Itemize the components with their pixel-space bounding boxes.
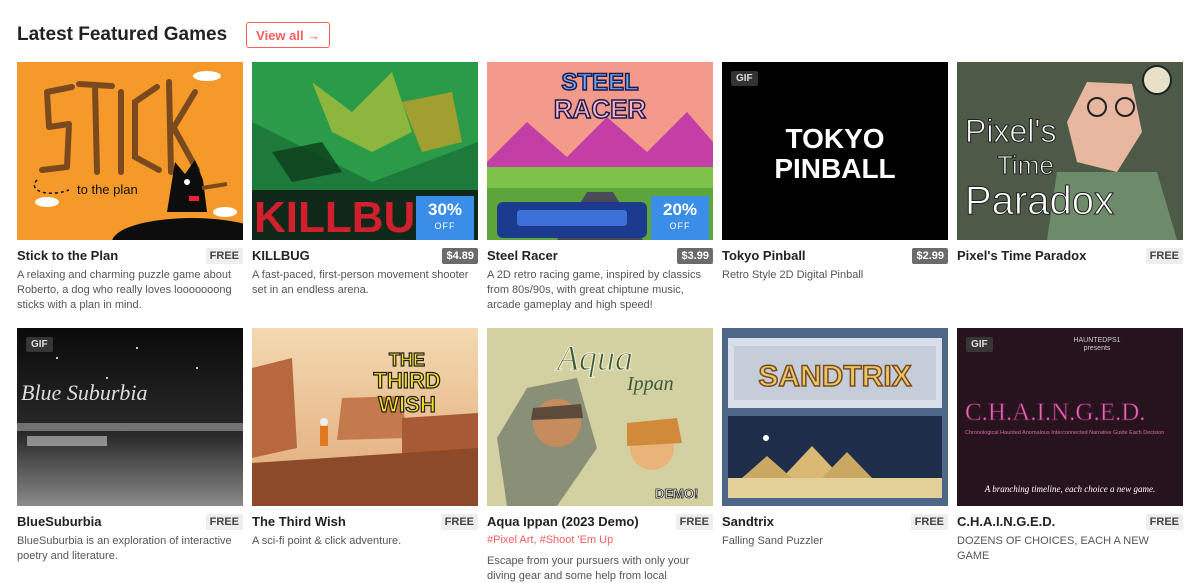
svg-text:THIRD: THIRD	[373, 368, 440, 393]
game-card: HAUNTEDPS1 presents C.H.A.I.N.G.E.D. Chr…	[957, 328, 1183, 583]
game-card: STEEL RACER 20% OFF Steel Racer $3.99 A …	[487, 62, 713, 328]
game-thumbnail[interactable]: THE THIRD WISH	[252, 328, 478, 506]
game-card: TOKYO PINBALL GIF Tokyo Pinball $2.99 Re…	[722, 62, 948, 328]
svg-text:HAUNTEDPS1: HAUNTEDPS1	[1073, 337, 1120, 344]
game-description: A sci-fi point & click adventure.	[252, 535, 402, 547]
section-header: Latest Featured Games View all →	[17, 20, 331, 50]
svg-text:Time: Time	[997, 150, 1054, 180]
svg-text:Ippan: Ippan	[626, 373, 674, 395]
chainged-art: HAUNTEDPS1 presents C.H.A.I.N.G.E.D. Chr…	[957, 328, 1183, 506]
game-title[interactable]: Pixel's Time Paradox	[957, 248, 1086, 263]
game-thumbnail[interactable]: HAUNTEDPS1 presents C.H.A.I.N.G.E.D. Chr…	[957, 328, 1183, 506]
price-badge: FREE	[1145, 248, 1183, 264]
game-card: SANDTRIX Sandtrix FREE Falling Sand Puzz…	[722, 328, 948, 583]
view-all-button[interactable]: View all →	[246, 22, 331, 48]
svg-text:STEEL: STEEL	[561, 69, 638, 96]
game-tags[interactable]: #Pixel Art, #Shoot 'Em Up	[487, 534, 713, 546]
game-card: KILLBUG 30% OFF KILLBUG $4.89 A fast-pac…	[252, 62, 478, 328]
game-description: A 2D retro racing game, inspired by clas…	[487, 269, 701, 311]
game-thumbnail[interactable]: to the plan	[17, 62, 243, 240]
game-title[interactable]: Sandtrix	[722, 514, 774, 529]
stick-to-the-plan-art: to the plan	[17, 62, 243, 240]
game-title[interactable]: C.H.A.I.N.G.E.D.	[957, 514, 1055, 529]
pixels-time-paradox-art: Pixel's Time Paradox	[957, 62, 1183, 240]
game-title[interactable]: Aqua Ippan (2023 Demo)	[487, 514, 639, 529]
game-card: to the plan Stick to the Plan FREE A rel…	[17, 62, 243, 328]
the-third-wish-art: THE THIRD WISH	[252, 328, 478, 506]
gif-badge: GIF	[966, 337, 993, 352]
game-title[interactable]: Stick to the Plan	[17, 248, 118, 263]
sale-badge: 30% OFF	[416, 196, 474, 240]
gif-badge: GIF	[26, 337, 53, 352]
game-description: Retro Style 2D Digital Pinball	[722, 269, 864, 281]
price-badge: FREE	[1145, 514, 1183, 530]
game-description: A relaxing and charming puzzle game abou…	[17, 269, 232, 311]
svg-text:to the plan: to the plan	[77, 182, 138, 197]
bluesuburbia-art: Blue Suburbia	[17, 328, 243, 506]
game-title[interactable]: BlueSuburbia	[17, 514, 102, 529]
svg-text:RACER: RACER	[554, 94, 647, 124]
svg-text:SANDTRIX: SANDTRIX	[758, 360, 911, 393]
game-thumbnail[interactable]: Pixel's Time Paradox	[957, 62, 1183, 240]
price-badge: FREE	[440, 514, 478, 530]
svg-text:THE: THE	[389, 350, 425, 370]
game-thumbnail[interactable]: SANDTRIX	[722, 328, 948, 506]
svg-text:Aqua: Aqua	[555, 338, 633, 378]
price-badge: FREE	[675, 514, 713, 530]
game-description: A fast-paced, first-person movement shoo…	[252, 269, 469, 296]
price-badge: $2.99	[912, 248, 948, 264]
game-thumbnail[interactable]: Blue Suburbia GIF	[17, 328, 243, 506]
price-badge: $4.89	[442, 248, 478, 264]
price-badge: FREE	[910, 514, 948, 530]
svg-text:WISH: WISH	[378, 392, 435, 417]
game-thumbnail[interactable]: KILLBUG 30% OFF	[252, 62, 478, 240]
svg-text:A branching timeline, each cho: A branching timeline, each choice a new …	[984, 484, 1156, 494]
svg-text:Chronological Haunted Anomalou: Chronological Haunted Anomalous Intercon…	[965, 430, 1164, 436]
price-badge: $3.99	[677, 248, 713, 264]
game-description: BlueSuburbia is an exploration of intera…	[17, 535, 232, 562]
game-description: Escape from your pursuers with only your…	[487, 555, 690, 582]
game-card: Pixel's Time Paradox Pixel's Time Parado…	[957, 62, 1183, 328]
svg-text:C.H.A.I.N.G.E.D.: C.H.A.I.N.G.E.D.	[965, 399, 1146, 426]
game-card: Blue Suburbia GIF BlueSuburbia FREE Blue…	[17, 328, 243, 583]
game-title[interactable]: Tokyo Pinball	[722, 248, 806, 263]
game-description: DOZENS OF CHOICES, EACH A NEW GAME	[957, 535, 1149, 562]
svg-text:Blue Suburbia: Blue Suburbia	[21, 380, 148, 405]
gif-badge: GIF	[731, 71, 758, 86]
game-grid: to the plan Stick to the Plan FREE A rel…	[17, 62, 1183, 583]
svg-text:presents: presents	[1084, 345, 1111, 352]
svg-text:TOKYO: TOKYO	[785, 123, 884, 154]
game-title[interactable]: The Third Wish	[252, 514, 346, 529]
game-title[interactable]: Steel Racer	[487, 248, 558, 263]
game-thumbnail[interactable]: STEEL RACER 20% OFF	[487, 62, 713, 240]
game-description: Falling Sand Puzzler	[722, 535, 823, 547]
aqua-ippan-art: Aqua Ippan DEMO!	[487, 328, 713, 506]
svg-text:Pixel's: Pixel's	[965, 113, 1056, 149]
game-thumbnail[interactable]: Aqua Ippan DEMO!	[487, 328, 713, 506]
svg-text:DEMO!: DEMO!	[655, 486, 698, 501]
sandtrix-art: SANDTRIX	[722, 328, 948, 506]
section-title: Latest Featured Games	[17, 24, 228, 45]
sale-badge: 20% OFF	[651, 196, 709, 240]
game-card: Aqua Ippan DEMO! Aqua Ippan (2023 Demo) …	[487, 328, 713, 583]
game-thumbnail[interactable]: TOKYO PINBALL GIF	[722, 62, 948, 240]
game-title[interactable]: KILLBUG	[252, 248, 310, 263]
game-card: THE THIRD WISH The Third Wish FREE A sci…	[252, 328, 478, 583]
tokyo-pinball-art: TOKYO PINBALL	[722, 62, 948, 240]
price-badge: FREE	[205, 514, 243, 530]
svg-text:PINBALL: PINBALL	[774, 153, 895, 184]
price-badge: FREE	[205, 248, 243, 264]
svg-text:Paradox: Paradox	[965, 179, 1114, 223]
